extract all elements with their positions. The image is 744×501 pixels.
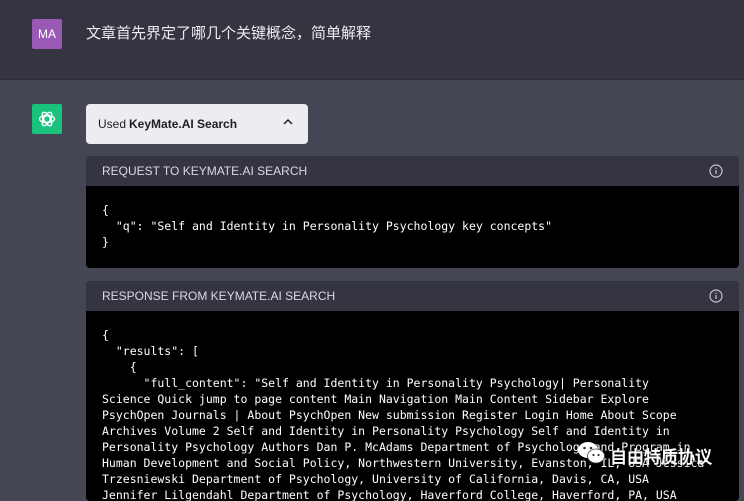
response-code-body: { "results": [ { "full_content": "Self a… <box>102 328 705 501</box>
watermark-text: 自由特质协议 <box>610 448 712 468</box>
info-icon[interactable] <box>709 164 723 181</box>
plugin-used-toggle[interactable]: Used KeyMate.AI Search <box>86 104 308 144</box>
request-panel-header: REQUEST TO KEYMATE.AI SEARCH <box>86 156 739 186</box>
chevron-up-icon[interactable] <box>282 116 294 131</box>
plugin-used-prefix: Used <box>98 117 127 131</box>
user-avatar: MA <box>32 19 62 49</box>
user-message-row: MA 文章首先界定了哪几个关键概念，简单解释 <box>0 0 744 80</box>
wechat-watermark: 自由特质协议 <box>576 440 712 471</box>
plugin-name: KeyMate.AI Search <box>129 117 238 131</box>
request-panel: REQUEST TO KEYMATE.AI SEARCH { "q": "Sel… <box>86 156 739 268</box>
response-panel-header: RESPONSE FROM KEYMATE.AI SEARCH <box>86 281 739 311</box>
user-message-text: 文章首先界定了哪几个关键概念，简单解释 <box>86 24 372 42</box>
chatgpt-logo-icon <box>32 104 62 134</box>
response-panel-title: RESPONSE FROM KEYMATE.AI SEARCH <box>102 289 336 303</box>
info-icon[interactable] <box>709 289 723 306</box>
wechat-icon <box>576 440 610 471</box>
request-code-body: { "q": "Self and Identity in Personality… <box>102 203 553 249</box>
request-panel-title: REQUEST TO KEYMATE.AI SEARCH <box>102 164 308 178</box>
